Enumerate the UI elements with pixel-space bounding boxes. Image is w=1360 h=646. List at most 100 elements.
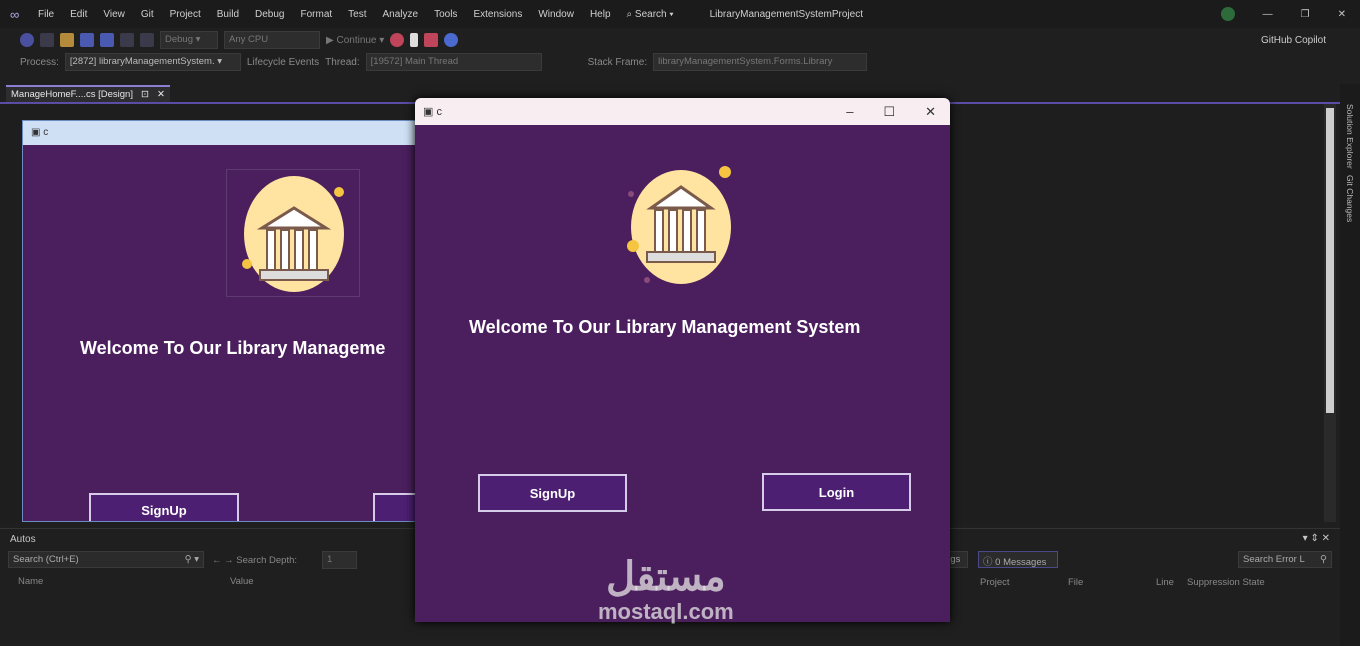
pin-icon[interactable]: ⊡ [141, 89, 149, 100]
github-copilot-button[interactable]: GitHub Copilot [1261, 35, 1360, 46]
save-all-icon[interactable] [100, 33, 114, 47]
menu-format[interactable]: Format [300, 9, 332, 20]
thread-label: Thread: [325, 57, 359, 68]
search-button[interactable]: ⌕ Search ▾ [627, 9, 674, 20]
menu-help[interactable]: Help [590, 9, 611, 20]
designer-form-titlebar: ▣ c [23, 121, 416, 145]
welcome-label: Welcome To Our Library Management System [469, 317, 860, 338]
error-search-placeholder: Search Error L [1243, 554, 1305, 565]
maximize-icon[interactable]: ☐ [883, 104, 895, 120]
designer-signup-button[interactable]: SignUp [89, 493, 239, 522]
autos-title: Autos [10, 534, 36, 545]
library-logo-image [621, 160, 741, 290]
minimize-icon[interactable]: – [846, 104, 853, 120]
tab-close-icon[interactable]: ✕ [157, 89, 165, 100]
login-label: Login [819, 485, 854, 500]
menu-file[interactable]: File [38, 9, 54, 20]
search-icon[interactable]: ⚲ [1320, 554, 1327, 565]
menu-build[interactable]: Build [217, 9, 239, 20]
menu-view[interactable]: View [103, 9, 125, 20]
search-depth-label: Search Depth: [236, 555, 297, 566]
menu-test[interactable]: Test [348, 9, 366, 20]
designer-vertical-scrollbar[interactable] [1324, 104, 1336, 522]
form-icon: ▣ [423, 105, 436, 118]
search-label: Search [635, 9, 667, 20]
lifecycle-events[interactable]: Lifecycle Events [247, 57, 319, 68]
signup-button[interactable]: SignUp [478, 474, 627, 512]
menu-tools[interactable]: Tools [434, 9, 457, 20]
standard-toolbar: Debug ▾ Any CPU ▶ Continue ▾ GitHub Copi… [0, 30, 1360, 50]
thread-select[interactable]: [19572] Main Thread [366, 53, 542, 71]
configuration-select[interactable]: Debug ▾ [160, 31, 218, 49]
panel-controls[interactable]: ▾ ⇕ ✕ [1303, 533, 1330, 544]
account-avatar[interactable] [1221, 7, 1235, 21]
search-depth-select[interactable]: 1 [322, 551, 357, 569]
autos-search-input[interactable]: Search (Ctrl+E)⚲ ▾ [8, 551, 204, 568]
platform-select[interactable]: Any CPU [224, 31, 320, 49]
menu-extensions[interactable]: Extensions [473, 9, 522, 20]
watermark-latin: mostaql.com [598, 599, 734, 625]
back-icon[interactable] [20, 33, 34, 47]
column-header-value[interactable]: Value [230, 576, 254, 587]
minimize-icon[interactable]: — [1263, 9, 1273, 20]
column-header-suppression-state[interactable]: Suppression State [1187, 577, 1265, 588]
close-icon[interactable]: ✕ [1338, 9, 1346, 20]
new-item-icon[interactable] [40, 33, 54, 47]
designer-login-button[interactable] [373, 493, 417, 522]
stack-frame-value: libraryManagementSystem.Forms.Library [658, 56, 832, 67]
stop-icon[interactable] [424, 33, 438, 47]
form-icon: ▣ [31, 127, 43, 138]
redo-icon[interactable] [140, 33, 154, 47]
process-label: Process: [20, 57, 59, 68]
undo-icon[interactable] [120, 33, 134, 47]
restart-icon[interactable] [444, 33, 458, 47]
watermark-arabic: مستقل [598, 555, 734, 599]
menu-edit[interactable]: Edit [70, 9, 87, 20]
column-header-name[interactable]: Name [18, 576, 43, 587]
designer-welcome-label: Welcome To Our Library Manageme [80, 338, 385, 359]
login-button[interactable]: Login [762, 473, 911, 511]
menu-debug[interactable]: Debug [255, 9, 284, 20]
designer-form[interactable]: ▣ c Welcome To Our Library Manageme Sign… [22, 120, 417, 522]
menu-analyze[interactable]: Analyze [383, 9, 419, 20]
column-header-project[interactable]: Project [980, 577, 1010, 588]
tab-manage-home-design[interactable]: ManageHomeF....cs [Design] ⊡ ✕ [6, 85, 170, 102]
save-icon[interactable] [80, 33, 94, 47]
search-icon[interactable]: ⚲ ▾ [185, 554, 199, 565]
signup-label: SignUp [530, 486, 576, 501]
right-tool-strip: Solution Explorer Git Changes [1340, 84, 1360, 646]
column-header-line[interactable]: Line [1156, 577, 1174, 588]
menu-window[interactable]: Window [538, 9, 574, 20]
menu-git[interactable]: Git [141, 9, 154, 20]
running-form-window[interactable]: ▣ c – ☐ ✕ Welcome To Our Library Managemen… [415, 98, 950, 622]
info-icon: ⓘ [983, 557, 993, 568]
solution-explorer-tab[interactable]: Solution Explorer [1345, 104, 1355, 169]
column-header-file[interactable]: File [1068, 577, 1083, 588]
solution-title: LibraryManagementSystemProject [710, 9, 863, 20]
search-depth-value: 1 [327, 554, 332, 565]
copilot-label: GitHub Copilot [1261, 35, 1326, 46]
stack-frame-select[interactable]: libraryManagementSystem.Forms.Library [653, 53, 867, 71]
close-icon[interactable]: ✕ [925, 104, 936, 120]
messages-filter[interactable]: ⓘ 0 Messages [978, 551, 1058, 568]
platform-value: Any CPU [229, 34, 268, 45]
visual-studio-logo-icon: ∞ [10, 7, 28, 21]
process-select[interactable]: [2872] libraryManagementSystem. ▾ [65, 53, 241, 71]
tab-label: ManageHomeF....cs [Design] [11, 89, 133, 100]
open-folder-icon[interactable] [60, 33, 74, 47]
designer-form-title: c [43, 127, 48, 138]
restore-icon[interactable]: ❐ [1301, 9, 1310, 20]
git-changes-tab[interactable]: Git Changes [1345, 175, 1355, 222]
continue-label: Continue [336, 35, 376, 46]
error-search-input[interactable]: Search Error L ⚲ [1238, 551, 1332, 568]
configuration-value: Debug [165, 34, 193, 45]
hot-reload-icon[interactable] [390, 33, 404, 47]
process-value: [2872] libraryManagementSystem. [70, 56, 215, 67]
continue-button[interactable]: ▶ Continue ▾ [326, 35, 384, 46]
menu-project[interactable]: Project [170, 9, 201, 20]
stack-frame-label: Stack Frame: [588, 57, 647, 68]
menu-bar: ∞ File Edit View Git Project Build Debug… [0, 0, 1360, 28]
running-form-title: c [436, 106, 442, 118]
mostaql-watermark: مستقل mostaql.com [598, 555, 734, 625]
pause-icon[interactable] [410, 33, 418, 47]
